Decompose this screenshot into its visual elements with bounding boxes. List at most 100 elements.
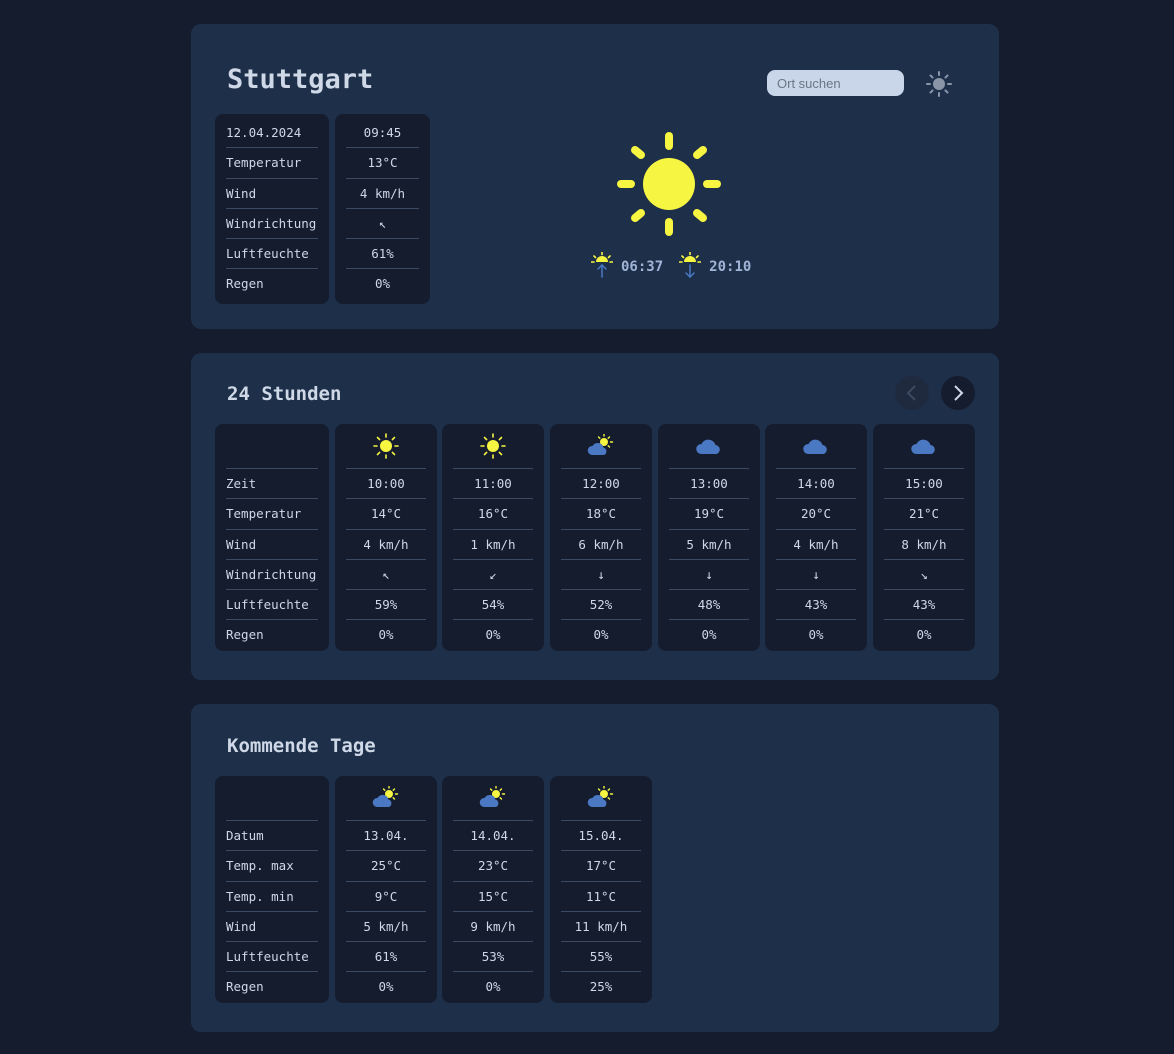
day-temp-min: 15°C (453, 882, 533, 912)
label-wind: Wind (226, 179, 318, 209)
current-humidity: 61% (346, 239, 419, 270)
sun-icon (453, 424, 533, 469)
partly-cloudy-icon (561, 424, 641, 469)
label-wind-direction: Windrichtung (226, 209, 318, 240)
hour-wind-direction: ↓ (669, 560, 749, 591)
hour-wind: 1 km/h (453, 530, 533, 560)
sunset-time: 20:10 (709, 259, 752, 275)
hour-time: 14:00 (776, 469, 856, 500)
hour-wind-direction: ↖ (346, 560, 426, 591)
day-column: 15.04. 17°C 11°C 11 km/h 55% 25% (550, 776, 652, 1003)
day-wind: 5 km/h (346, 912, 426, 943)
day-humidity: 61% (346, 942, 426, 973)
hour-wind-direction: ↓ (561, 560, 641, 591)
sun-icon (613, 128, 725, 244)
label-date: Datum (226, 821, 318, 852)
current-values-column: 09:45 13°C 4 km/h ↖ 61% 0% (335, 114, 430, 304)
label-humidity: Luftfeuchte (226, 590, 318, 621)
next-button[interactable] (941, 376, 975, 410)
hour-time: 11:00 (453, 469, 533, 500)
city-title: Stuttgart (227, 64, 374, 95)
hour-column: 10:00 14°C 4 km/h ↖ 59% 0% (335, 424, 437, 651)
daily-labels-column: Datum Temp. max Temp. min Wind Luftfeuch… (215, 776, 329, 1003)
current-time: 09:45 (346, 118, 419, 149)
hour-column: 12:00 18°C 6 km/h ↓ 52% 0% (550, 424, 652, 651)
hour-humidity: 43% (884, 590, 964, 621)
day-temp-min: 9°C (346, 882, 426, 912)
label-humidity: Luftfeuchte (226, 942, 318, 973)
current-rain: 0% (374, 276, 391, 292)
current-date: 12.04.2024 (226, 118, 318, 149)
daily-title: Kommende Tage (227, 735, 376, 757)
hour-column: 14:00 20°C 4 km/h ↓ 43% 0% (765, 424, 867, 651)
hour-wind: 6 km/h (561, 530, 641, 560)
hour-wind: 5 km/h (669, 530, 749, 560)
hour-rain: 0% (916, 627, 932, 643)
hourly-icon-placeholder (226, 424, 318, 469)
hour-humidity: 48% (669, 590, 749, 621)
previous-button[interactable] (895, 376, 929, 410)
day-humidity: 55% (561, 942, 641, 973)
day-humidity: 53% (453, 942, 533, 973)
day-wind: 9 km/h (453, 912, 533, 943)
label-rain: Regen (226, 276, 264, 292)
hour-temperature: 21°C (884, 499, 964, 530)
hour-column: 13:00 19°C 5 km/h ↓ 48% 0% (658, 424, 760, 651)
hour-wind: 4 km/h (776, 530, 856, 560)
hour-time: 15:00 (884, 469, 964, 500)
hour-wind-direction: ↓ (776, 560, 856, 591)
day-date: 15.04. (561, 821, 641, 852)
hourly-title: 24 Stunden (227, 383, 342, 405)
daily-forecast-panel: Kommende Tage Datum Temp. max Temp. min … (191, 704, 999, 1032)
hour-wind: 8 km/h (884, 530, 964, 560)
sunset-icon (678, 251, 702, 282)
hour-temperature: 14°C (346, 499, 426, 530)
label-temp-max: Temp. max (226, 851, 318, 882)
label-temperature: Temperatur (226, 499, 318, 530)
hour-temperature: 20°C (776, 499, 856, 530)
search-input[interactable] (767, 70, 904, 96)
hour-wind-direction: ↘ (884, 560, 964, 591)
hour-rain: 0% (485, 627, 501, 643)
day-date: 13.04. (346, 821, 426, 852)
sunrise-icon (590, 251, 614, 282)
sunrise-time: 06:37 (621, 259, 664, 275)
hour-humidity: 43% (776, 590, 856, 621)
current-wind-direction: ↖ (346, 209, 419, 240)
day-column: 13.04. 25°C 9°C 5 km/h 61% 0% (335, 776, 437, 1003)
hour-temperature: 18°C (561, 499, 641, 530)
sun-icon (346, 424, 426, 469)
cloud-icon (776, 424, 856, 469)
day-rain: 0% (485, 979, 501, 995)
day-temp-max: 17°C (561, 851, 641, 882)
partly-cloudy-icon (453, 776, 533, 821)
hour-wind: 4 km/h (346, 530, 426, 560)
hour-temperature: 19°C (669, 499, 749, 530)
hour-rain: 0% (808, 627, 824, 643)
day-date: 14.04. (453, 821, 533, 852)
label-temperature: Temperatur (226, 148, 318, 179)
day-temp-max: 25°C (346, 851, 426, 882)
label-wind: Wind (226, 912, 318, 943)
label-wind-direction: Windrichtung (226, 560, 318, 591)
hour-humidity: 54% (453, 590, 533, 621)
label-rain: Regen (226, 979, 264, 995)
day-temp-max: 23°C (453, 851, 533, 882)
daily-icon-placeholder (226, 776, 318, 821)
hour-time: 12:00 (561, 469, 641, 500)
hour-humidity: 52% (561, 590, 641, 621)
day-wind: 11 km/h (561, 912, 641, 943)
hour-temperature: 16°C (453, 499, 533, 530)
hour-column: 15:00 21°C 8 km/h ↘ 43% 0% (873, 424, 975, 651)
cloud-icon (884, 424, 964, 469)
hour-rain: 0% (593, 627, 609, 643)
theme-toggle-icon[interactable] (925, 70, 953, 98)
hourly-labels-column: Zeit Temperatur Wind Windrichtung Luftfe… (215, 424, 329, 651)
hour-time: 10:00 (346, 469, 426, 500)
hour-time: 13:00 (669, 469, 749, 500)
cloud-icon (669, 424, 749, 469)
hour-column: 11:00 16°C 1 km/h ↙ 54% 0% (442, 424, 544, 651)
hour-rain: 0% (378, 627, 394, 643)
hour-humidity: 59% (346, 590, 426, 621)
partly-cloudy-icon (346, 776, 426, 821)
